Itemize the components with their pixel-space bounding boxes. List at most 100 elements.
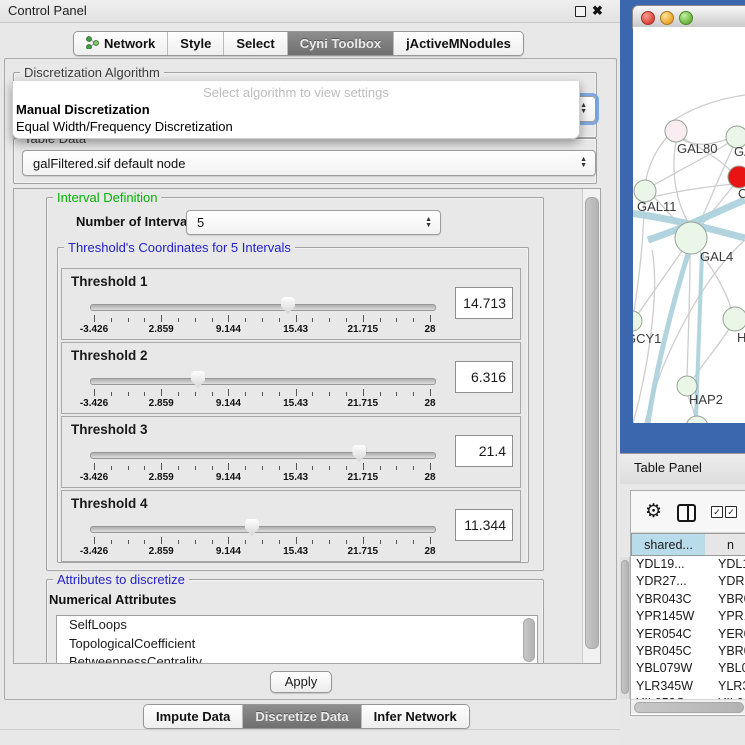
cell-shared-name: YDL19... bbox=[631, 556, 710, 573]
table-data-value: galFiltered.sif default node bbox=[33, 156, 185, 171]
slider-thumb[interactable] bbox=[191, 371, 205, 388]
table-row[interactable]: YLR345WYLR3 bbox=[631, 678, 745, 695]
network-node[interactable] bbox=[723, 307, 745, 331]
tick-mark bbox=[245, 318, 246, 322]
float-window-icon[interactable] bbox=[575, 6, 586, 17]
algorithm-dropdown-popup: Select algorithm to view settings Manual… bbox=[12, 81, 580, 139]
split-view-icon[interactable] bbox=[677, 504, 696, 522]
tick-mark bbox=[430, 315, 431, 322]
table-side-scrollbar-thumb[interactable] bbox=[621, 560, 629, 694]
tick-mark bbox=[346, 540, 347, 544]
slider-thumb[interactable] bbox=[245, 519, 259, 536]
tick-mark bbox=[312, 466, 313, 470]
popup-item-manual-discretization[interactable]: Manual Discretization bbox=[13, 101, 579, 118]
tick-label: 21.715 bbox=[338, 398, 388, 409]
checkbox-icon[interactable]: ✓ bbox=[725, 506, 737, 518]
tick-mark bbox=[329, 466, 330, 470]
cell-name: YLR3 bbox=[710, 678, 745, 695]
tick-mark bbox=[228, 537, 229, 544]
tick-mark bbox=[128, 318, 129, 322]
tick-label: 28 bbox=[405, 398, 455, 409]
tick-mark bbox=[346, 466, 347, 470]
tab-discretize-data[interactable]: Discretize Data bbox=[243, 705, 361, 728]
threshold-panel-3: Threshold 3-3.4262.8599.14415.4321.71528… bbox=[61, 416, 521, 488]
tab-cyni-toolbox[interactable]: Cyni Toolbox bbox=[288, 32, 394, 55]
table-row[interactable]: YBR045CYBR0 bbox=[631, 643, 745, 660]
node-label-gcy1: GCY1 bbox=[633, 331, 661, 346]
close-traffic-light[interactable] bbox=[641, 11, 655, 25]
num-intervals-combobox[interactable]: 5 ▲▼ bbox=[186, 210, 441, 235]
tick-mark bbox=[396, 466, 397, 470]
column-header-shared-name[interactable]: shared... bbox=[631, 533, 706, 556]
network-node[interactable] bbox=[633, 311, 642, 331]
table-hscrollbar-track[interactable] bbox=[631, 699, 745, 714]
table-side-scrollbar-track[interactable] bbox=[620, 557, 630, 699]
table-data-combobox[interactable]: galFiltered.sif default node ▲▼ bbox=[22, 150, 596, 176]
tick-mark bbox=[279, 466, 280, 470]
table-row[interactable]: YDR27...YDR2 bbox=[631, 573, 745, 590]
attribute-item-selfloops[interactable]: SelfLoops bbox=[57, 616, 537, 635]
threshold-value-field[interactable]: 21.4 bbox=[455, 435, 513, 467]
numerical-attributes-label: Numerical Attributes bbox=[49, 592, 176, 607]
settings-scrollbar-thumb[interactable] bbox=[585, 197, 599, 649]
close-icon[interactable]: ✖ bbox=[592, 2, 603, 20]
tick-mark bbox=[430, 389, 431, 396]
threshold-value-field[interactable]: 11.344 bbox=[455, 509, 513, 541]
tick-mark bbox=[178, 540, 179, 544]
slider-track[interactable] bbox=[90, 526, 436, 533]
tick-label: -3.426 bbox=[69, 472, 119, 483]
threshold-value-field[interactable]: 6.316 bbox=[455, 361, 513, 393]
zoom-traffic-light[interactable] bbox=[679, 11, 693, 25]
tick-mark bbox=[245, 466, 246, 470]
numerical-attributes-list[interactable]: SelfLoopsTopologicalCoefficientBetweenne… bbox=[56, 615, 538, 664]
slider-track[interactable] bbox=[90, 304, 436, 311]
table-row[interactable]: YDL19...YDL1 bbox=[631, 556, 745, 573]
checkbox-icon[interactable]: ✓ bbox=[711, 506, 723, 518]
attribute-item-betweennesscentrality[interactable]: BetweennessCentrality bbox=[57, 653, 537, 664]
slider-thumb[interactable] bbox=[352, 445, 366, 462]
tick-mark bbox=[413, 318, 414, 322]
column-header-name[interactable]: n bbox=[705, 533, 745, 556]
tab-jactivemnodules[interactable]: jActiveMNodules bbox=[394, 32, 523, 55]
settings-scrollbar-track[interactable] bbox=[582, 189, 601, 663]
slider-thumb[interactable] bbox=[281, 297, 295, 314]
tick-mark bbox=[195, 318, 196, 322]
tick-mark bbox=[363, 537, 364, 544]
tick-mark bbox=[346, 392, 347, 396]
slider-track[interactable] bbox=[90, 378, 436, 385]
popup-item-equal-width-frequency-discretization[interactable]: Equal Width/Frequency Discretization bbox=[13, 118, 579, 135]
tick-mark bbox=[94, 389, 95, 396]
tab-impute-data[interactable]: Impute Data bbox=[144, 705, 243, 728]
list-scrollbar-thumb[interactable] bbox=[523, 618, 535, 662]
apply-button[interactable]: Apply bbox=[270, 671, 332, 693]
tick-label: 28 bbox=[405, 324, 455, 335]
tick-label: 15.43 bbox=[271, 324, 321, 335]
table-hscrollbar-thumb[interactable] bbox=[634, 702, 744, 713]
tab-network[interactable]: Network bbox=[74, 32, 168, 55]
table-row[interactable]: YER054CYER0 bbox=[631, 626, 745, 643]
table-row[interactable]: YBL079WYBL0 bbox=[631, 660, 745, 677]
network-node[interactable] bbox=[665, 120, 687, 142]
attribute-item-topologicalcoefficient[interactable]: TopologicalCoefficient bbox=[57, 635, 537, 654]
network-node[interactable] bbox=[686, 416, 708, 423]
node-label-hap2: HAP2 bbox=[689, 392, 723, 407]
gear-icon[interactable]: ⚙ bbox=[645, 502, 662, 521]
tab-infer-network[interactable]: Infer Network bbox=[362, 705, 469, 728]
network-window-titlebar[interactable] bbox=[632, 5, 745, 29]
tab-label: Infer Network bbox=[374, 709, 457, 724]
network-view-canvas[interactable]: GAL80GACGAL11GAL4GCY1HHAP2 bbox=[633, 27, 745, 423]
tab-select[interactable]: Select bbox=[224, 32, 287, 55]
tick-mark bbox=[329, 392, 330, 396]
network-node[interactable] bbox=[728, 166, 745, 188]
table-rows: YDL19...YDL1YDR27...YDR2YBR043CYBR0YPR14… bbox=[631, 556, 745, 699]
table-row[interactable]: YPR145WYPR1 bbox=[631, 608, 745, 625]
algorithm-group-title: Discretization Algorithm bbox=[20, 65, 164, 80]
slider-track[interactable] bbox=[90, 452, 436, 459]
tick-label: 28 bbox=[405, 472, 455, 483]
minimize-traffic-light[interactable] bbox=[660, 11, 674, 25]
tab-style[interactable]: Style bbox=[168, 32, 224, 55]
table-row[interactable]: YBR043CYBR0 bbox=[631, 591, 745, 608]
threshold-value-field[interactable]: 14.713 bbox=[455, 287, 513, 319]
tab-label: Cyni Toolbox bbox=[300, 36, 381, 51]
tick-mark bbox=[296, 315, 297, 322]
